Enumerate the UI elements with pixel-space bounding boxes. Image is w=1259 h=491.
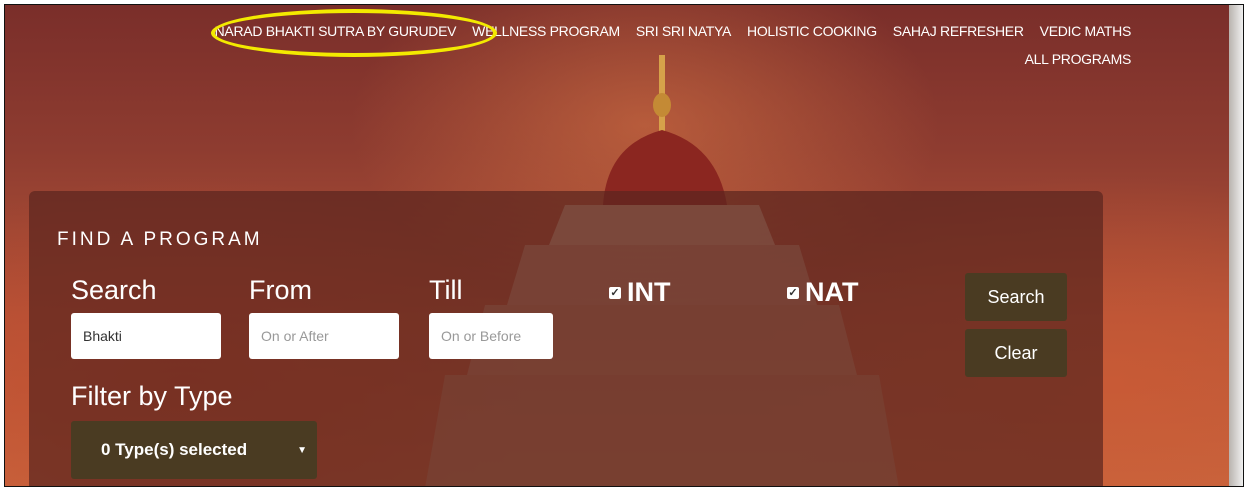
from-date-input[interactable] bbox=[249, 313, 399, 359]
top-nav-row: ALL PROGRAMS bbox=[5, 51, 1132, 67]
top-nav: NARAD BHAKTI SUTRA BY GURUDEV WELLNESS PR… bbox=[5, 23, 1132, 67]
till-date-input[interactable] bbox=[429, 313, 553, 359]
from-label: From bbox=[249, 275, 312, 305]
nav-link[interactable]: WELLNESS PROGRAM bbox=[472, 23, 620, 39]
int-checkbox[interactable]: ✓ INT bbox=[609, 277, 671, 308]
search-label: Search bbox=[71, 275, 157, 305]
int-label: INT bbox=[627, 277, 671, 307]
caret-down-icon: ▼ bbox=[297, 444, 307, 456]
panel-title: FIND A PROGRAM bbox=[57, 229, 263, 250]
find-program-panel: FIND A PROGRAM Search From Till ✓ INT ✓ … bbox=[29, 191, 1103, 486]
dropdown-value: 0 Type(s) selected bbox=[101, 440, 248, 459]
hero-banner: NARAD BHAKTI SUTRA BY GURUDEV WELLNESS PR… bbox=[4, 4, 1244, 487]
till-label: Till bbox=[429, 275, 463, 305]
nat-checkbox[interactable]: ✓ NAT bbox=[787, 277, 859, 308]
top-nav-row: NARAD BHAKTI SUTRA BY GURUDEV WELLNESS PR… bbox=[5, 23, 1132, 39]
nav-link[interactable]: SRI SRI NATYA bbox=[636, 23, 731, 39]
search-button[interactable]: Search bbox=[965, 273, 1067, 321]
checkbox-check-icon: ✓ bbox=[787, 286, 799, 299]
clear-button[interactable]: Clear bbox=[965, 329, 1067, 377]
scrollbar[interactable] bbox=[1229, 5, 1243, 486]
checkbox-check-icon: ✓ bbox=[609, 286, 621, 299]
filter-label: Filter by Type bbox=[71, 381, 233, 411]
nav-link[interactable]: NARAD BHAKTI SUTRA BY GURUDEV bbox=[215, 23, 457, 39]
nav-link[interactable]: SAHAJ REFRESHER bbox=[893, 23, 1024, 39]
type-filter-dropdown[interactable]: 0 Type(s) selected ▼ bbox=[71, 421, 317, 479]
nav-link[interactable]: VEDIC MATHS bbox=[1040, 23, 1132, 39]
search-input[interactable] bbox=[71, 313, 221, 359]
nat-label: NAT bbox=[805, 277, 859, 307]
nav-link[interactable]: ALL PROGRAMS bbox=[1025, 51, 1132, 67]
nav-link[interactable]: HOLISTIC COOKING bbox=[747, 23, 877, 39]
